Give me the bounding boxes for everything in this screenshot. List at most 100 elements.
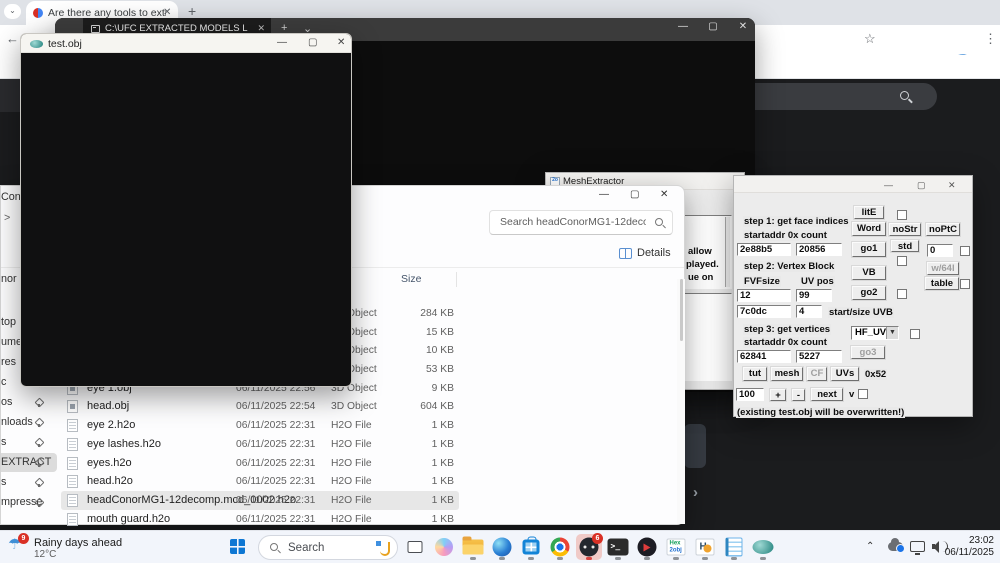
hex2obj-title-bar[interactable]: — ▢ ✕ <box>734 176 972 193</box>
viewer-minimize-button[interactable]: — <box>277 37 287 48</box>
hxd-icon[interactable] <box>692 534 718 560</box>
menu-icon[interactable]: ⋮ <box>984 31 997 47</box>
file-explorer-icon[interactable] <box>460 534 486 560</box>
vb-button[interactable]: VB <box>852 266 886 280</box>
viewer-title-bar[interactable]: test.obj — ▢ ✕ <box>21 34 351 53</box>
sidebar-item[interactable]: s <box>1 435 58 455</box>
display-icon[interactable] <box>910 541 925 552</box>
mouth guard.h2o[interactable]: mouth guard.h2o 06/11/2025 22:31 H2O Fil… <box>1 510 686 529</box>
std-checkbox[interactable] <box>897 256 907 266</box>
table-checkbox[interactable] <box>960 279 970 289</box>
eye 2.h2o[interactable]: eye 2.h2o 06/11/2025 22:31 H2O File 1 KB <box>1 416 686 435</box>
explorer-minimize-button[interactable]: — <box>599 189 609 200</box>
onedrive-icon[interactable] <box>888 542 903 551</box>
bookmark-star-icon[interactable]: ☆ <box>864 31 876 47</box>
explorer-close-button[interactable]: ✕ <box>660 189 668 200</box>
zero-field[interactable]: 0 <box>927 244 953 257</box>
terminal-maximize-button[interactable]: ▢ <box>699 21 727 32</box>
step1-addr-field[interactable]: 2e88b5 <box>737 243 791 256</box>
hex2obj-minimize-button[interactable]: — <box>884 180 893 190</box>
go3-button[interactable]: go3 <box>851 346 885 359</box>
discord-icon[interactable]: 6 <box>576 534 602 560</box>
go1-button[interactable]: go1 <box>852 242 886 257</box>
step-count-field[interactable]: 100 <box>736 388 764 401</box>
page-next-icon[interactable]: › <box>693 484 698 501</box>
eye lashes.h2o[interactable]: eye lashes.h2o 06/11/2025 22:31 H2O File… <box>1 435 686 454</box>
explorer-maximize-button[interactable]: ▢ <box>630 189 639 200</box>
hfuv-dropdown[interactable]: HF_UV ▼ <box>851 326 899 340</box>
uvb-addr-field[interactable]: 7c0dc <box>737 305 791 318</box>
file-size: 15 KB <box>386 327 454 338</box>
sidebar-item[interactable]: os <box>1 395 58 415</box>
file-date: 06/11/2025 22:31 <box>236 458 315 469</box>
head.h2o[interactable]: head.h2o 06/11/2025 22:31 H2O File 1 KB <box>1 472 686 491</box>
sidebar-item[interactable]: nloads <box>1 415 58 435</box>
uvs-button[interactable]: UVs <box>831 367 859 381</box>
hex2obj-maximize-button[interactable]: ▢ <box>917 180 926 191</box>
sidebar-item[interactable]: EXTRACT <box>1 455 58 475</box>
step3-addr-field[interactable]: 62841 <box>737 350 791 363</box>
sidebar-item[interactable]: mpresse <box>1 495 58 515</box>
sidebar-item[interactable]: s <box>1 475 58 495</box>
headConorMG1-12decomp.mcd_0002.h2o[interactable]: headConorMG1-12decomp.mcd_0002.h2o 06/11… <box>1 491 686 510</box>
taskbar-clock[interactable]: 23:02 06/11/2025 <box>945 535 994 559</box>
tray-chevron-icon[interactable]: ⌃ <box>866 541 874 552</box>
tab-search-button[interactable]: ⌄ <box>4 4 21 19</box>
noptc-button[interactable]: noPtC <box>926 223 960 236</box>
go2-checkbox[interactable] <box>897 289 907 299</box>
explorer-search-box[interactable] <box>489 210 673 235</box>
viewer-close-button[interactable]: ✕ <box>337 37 345 48</box>
model-viewer-icon[interactable] <box>750 534 776 560</box>
dropdown-arrow-icon[interactable]: ▼ <box>886 327 898 339</box>
eyes.h2o[interactable]: eyes.h2o 06/11/2025 22:31 H2O File 1 KB <box>1 454 686 473</box>
hex2obj-icon[interactable] <box>663 534 689 560</box>
explorer-search-icon[interactable] <box>655 218 663 226</box>
list-scrollbar-thumb[interactable] <box>680 279 683 341</box>
new-tab-button[interactable]: + <box>188 3 196 19</box>
w64-button[interactable]: w/64l <box>927 262 959 275</box>
step3-count-field[interactable]: 5227 <box>796 350 842 363</box>
tut-button[interactable]: tut <box>743 367 767 381</box>
media-app-icon[interactable] <box>634 534 660 560</box>
start-button-icon[interactable] <box>230 539 245 554</box>
std-button[interactable]: std <box>891 240 919 252</box>
listbox-scrollbar[interactable] <box>725 217 730 287</box>
nostr-button[interactable]: noStr <box>889 223 921 236</box>
minus-button[interactable]: - <box>792 389 805 401</box>
step1-count-field[interactable]: 20856 <box>796 243 842 256</box>
v-checkbox[interactable] <box>858 389 868 399</box>
lite-button[interactable]: litE <box>854 206 884 219</box>
table-button[interactable]: table <box>925 277 959 290</box>
fvfsize-field[interactable]: 12 <box>737 289 791 302</box>
hfuv-checkbox[interactable] <box>910 329 920 339</box>
copilot-icon[interactable] <box>431 534 457 560</box>
size-column-header[interactable]: Size <box>401 273 421 285</box>
microsoft-store-icon[interactable] <box>518 534 544 560</box>
uvpos-field[interactable]: 99 <box>796 289 832 302</box>
explorer-search-input[interactable] <box>498 215 648 229</box>
speaker-icon[interactable] <box>932 541 939 551</box>
file-type: H2O File <box>331 495 372 506</box>
terminal-icon[interactable] <box>605 534 631 560</box>
next-button[interactable]: next <box>811 388 843 401</box>
terminal-close-button[interactable]: ✕ <box>729 21 757 32</box>
chrome-icon[interactable] <box>547 534 573 560</box>
go2-button[interactable]: go2 <box>852 286 886 300</box>
taskbar-search-box[interactable]: Search <box>258 535 398 560</box>
cf-button[interactable]: CF <box>807 367 827 381</box>
back-icon[interactable]: ← <box>6 31 19 46</box>
edge-icon[interactable] <box>489 534 515 560</box>
mesh-button[interactable]: mesh <box>771 367 803 381</box>
uvb-count-field[interactable]: 4 <box>796 305 822 318</box>
task-view-icon[interactable] <box>402 534 428 560</box>
plus-button[interactable]: + <box>770 389 786 401</box>
nostr-checkbox[interactable] <box>897 210 907 220</box>
tab-close-icon[interactable]: ✕ <box>163 7 171 18</box>
word-button[interactable]: Word <box>852 222 886 236</box>
hex2obj-close-button[interactable]: ✕ <box>948 180 956 191</box>
terminal-minimize-button[interactable]: — <box>669 21 697 32</box>
viewer-maximize-button[interactable]: ▢ <box>308 37 317 48</box>
head.obj[interactable]: head.obj 06/11/2025 22:54 3D Object 604 … <box>1 397 686 416</box>
zero-checkbox[interactable] <box>960 246 970 256</box>
notepad-icon[interactable] <box>721 534 747 560</box>
